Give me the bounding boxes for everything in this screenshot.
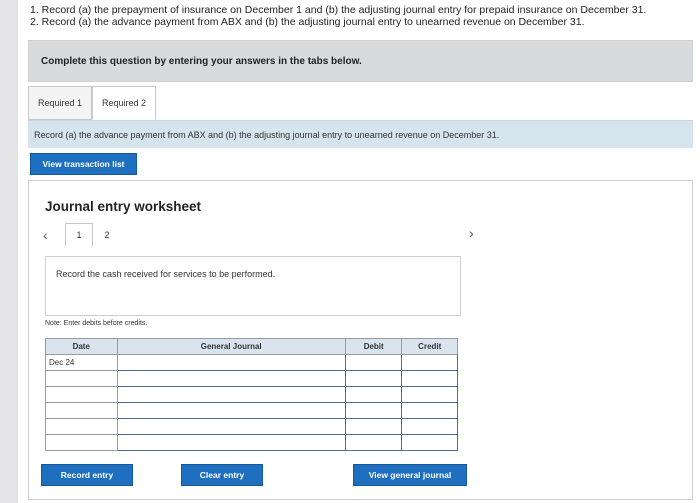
instruction-line-2: 2. Record (a) the advance payment from A… — [30, 16, 585, 28]
column-header-credit: Credit — [401, 338, 458, 355]
account-input[interactable] — [116, 354, 346, 371]
view-transaction-list-button[interactable]: View transaction list — [30, 153, 137, 175]
tab-instruction: Record (a) the advance payment from ABX … — [28, 120, 693, 148]
debit-input[interactable] — [344, 370, 403, 387]
account-input[interactable] — [116, 370, 346, 387]
view-general-journal-button[interactable]: View general journal — [353, 464, 467, 486]
column-header-debit: Debit — [344, 338, 403, 355]
debit-input[interactable] — [344, 402, 403, 419]
table-row — [45, 386, 458, 403]
account-input[interactable] — [116, 434, 346, 451]
credit-input[interactable] — [401, 418, 458, 435]
table-row — [45, 402, 458, 419]
debit-input[interactable] — [344, 418, 403, 435]
date-cell: Dec 24 — [45, 354, 118, 371]
page-2-tab[interactable]: 2 — [93, 223, 121, 247]
instructions: 1. Record (a) the prepayment of insuranc… — [30, 4, 646, 28]
table-row — [45, 434, 458, 451]
page-1-tab[interactable]: 1 — [65, 223, 93, 247]
question-banner: Complete this question by entering your … — [28, 40, 693, 82]
credit-input[interactable] — [401, 434, 458, 451]
chevron-left-icon[interactable]: ‹ — [43, 227, 65, 243]
table-row — [45, 418, 458, 435]
date-cell — [45, 434, 118, 451]
column-header-general-journal: General Journal — [116, 338, 346, 355]
required-tabs: Required 1 Required 2 — [28, 86, 157, 120]
date-cell — [45, 370, 118, 387]
account-input[interactable] — [116, 418, 346, 435]
date-cell — [45, 402, 118, 419]
journal-table: Date General Journal Debit Credit Dec 24 — [45, 338, 458, 451]
account-input[interactable] — [116, 386, 346, 403]
debit-input[interactable] — [344, 354, 403, 371]
date-cell — [45, 386, 118, 403]
instruction-line-1: 1. Record (a) the prepayment of insuranc… — [30, 4, 647, 16]
journal-entry-worksheet: Journal entry worksheet ‹ 1 2 › Record t… — [28, 180, 693, 500]
credit-input[interactable] — [401, 402, 458, 419]
worksheet-pager: ‹ 1 2 — [43, 223, 121, 247]
debit-input[interactable] — [344, 386, 403, 403]
column-header-date: Date — [45, 338, 118, 355]
debits-note: Note: Enter debits before credits. — [45, 320, 148, 327]
credit-input[interactable] — [401, 354, 458, 371]
account-input[interactable] — [116, 402, 346, 419]
record-entry-button[interactable]: Record entry — [41, 464, 133, 486]
tab-required-1[interactable]: Required 1 — [28, 86, 93, 120]
worksheet-title: Journal entry worksheet — [45, 199, 202, 214]
chevron-right-icon[interactable]: › — [469, 225, 474, 241]
entry-prompt: Record the cash received for services to… — [45, 256, 461, 316]
credit-input[interactable] — [401, 386, 458, 403]
clear-entry-button[interactable]: Clear entry — [181, 464, 263, 486]
table-row — [45, 370, 458, 387]
page: 1. Record (a) the prepayment of insuranc… — [18, 0, 700, 503]
tab-required-2[interactable]: Required 2 — [92, 86, 157, 120]
debit-input[interactable] — [344, 434, 403, 451]
credit-input[interactable] — [401, 370, 458, 387]
date-cell — [45, 418, 118, 435]
table-row: Dec 24 — [45, 354, 458, 371]
